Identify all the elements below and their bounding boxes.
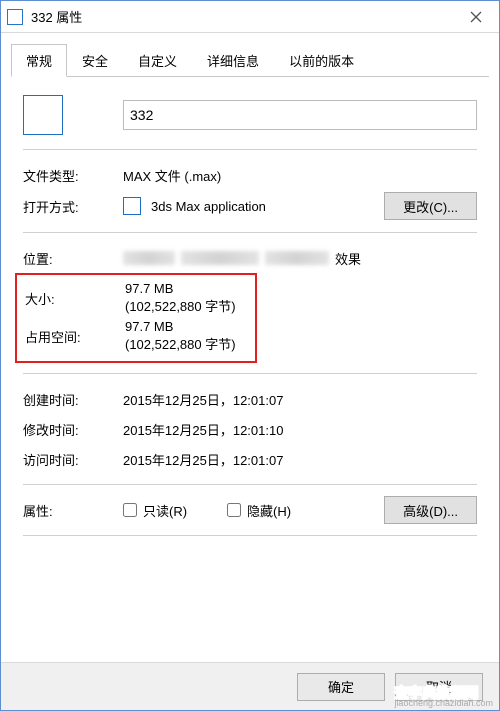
tab-previous-versions[interactable]: 以前的版本 <box>274 44 369 77</box>
openwith-label: 打开方式: <box>23 197 123 216</box>
close-button[interactable] <box>453 1 499 32</box>
openwith-value: 3ds Max application <box>151 199 384 214</box>
file-icon <box>7 9 23 25</box>
app-icon <box>123 197 141 215</box>
change-app-button[interactable]: 更改(C)... <box>384 192 477 220</box>
modified-label: 修改时间: <box>23 420 123 439</box>
divider <box>23 149 477 150</box>
time-section: 创建时间: 2015年12月25日，12:01:07 修改时间: 2015年12… <box>23 384 477 474</box>
accessed-row: 访问时间: 2015年12月25日，12:01:07 <box>23 444 477 474</box>
tab-details[interactable]: 详细信息 <box>192 44 274 77</box>
divider <box>23 232 477 233</box>
blurred-text <box>265 251 329 265</box>
properties-window: 332 属性 常规 安全 自定义 详细信息 以前的版本 文件类型: MAX 文件… <box>0 0 500 711</box>
filetype-row: 文件类型: MAX 文件 (.max) <box>23 160 477 190</box>
filetype-value: MAX 文件 (.max) <box>123 166 221 185</box>
advanced-button[interactable]: 高级(D)... <box>384 496 477 524</box>
created-row: 创建时间: 2015年12月25日，12:01:07 <box>23 384 477 414</box>
modified-row: 修改时间: 2015年12月25日，12:01:10 <box>23 414 477 444</box>
location-label: 位置: <box>23 249 123 268</box>
tabs: 常规 安全 自定义 详细信息 以前的版本 <box>11 43 489 77</box>
location-row: 位置: 效果 <box>23 243 477 273</box>
divider <box>23 484 477 485</box>
size-value: 97.7 MB (102,522,880 字节) <box>125 281 247 315</box>
size-row: 大小: 97.7 MB (102,522,880 字节) <box>25 279 247 317</box>
tab-security[interactable]: 安全 <box>67 44 123 77</box>
filetype-label: 文件类型: <box>23 166 123 185</box>
readonly-checkbox[interactable]: 只读(R) <box>123 501 187 520</box>
size-label: 大小: <box>25 289 125 308</box>
file-header-row <box>23 95 477 135</box>
accessed-value: 2015年12月25日，12:01:07 <box>123 450 283 469</box>
attributes-label: 属性: <box>23 501 123 520</box>
readonly-checkbox-label: 只读(R) <box>143 501 187 520</box>
tab-general[interactable]: 常规 <box>11 44 67 77</box>
hidden-checkbox-input[interactable] <box>227 503 241 517</box>
size-section: 位置: 效果 大小: 97.7 MB (102,522,880 字节) 占用空间… <box>23 243 477 363</box>
close-icon <box>470 11 482 23</box>
tab-custom[interactable]: 自定义 <box>123 44 192 77</box>
filename-input[interactable] <box>123 100 477 130</box>
divider <box>23 535 477 536</box>
file-type-icon <box>23 95 63 135</box>
hidden-checkbox[interactable]: 隐藏(H) <box>227 501 291 520</box>
size-highlight-box: 大小: 97.7 MB (102,522,880 字节) 占用空间: 97.7 … <box>15 273 257 363</box>
divider <box>23 373 477 374</box>
blurred-text <box>123 251 175 265</box>
created-value: 2015年12月25日，12:01:07 <box>123 390 283 409</box>
button-bar: 确定 取消 查字典教程网 jiaocheng.chazidian.com <box>1 662 499 710</box>
disksize-value: 97.7 MB (102,522,880 字节) <box>125 319 247 353</box>
modified-value: 2015年12月25日，12:01:10 <box>123 420 283 439</box>
disksize-label: 占用空间: <box>25 327 125 346</box>
file-type-section: 文件类型: MAX 文件 (.max) 打开方式: 3ds Max applic… <box>23 160 477 222</box>
openwith-row: 打开方式: 3ds Max application 更改(C)... <box>23 190 477 222</box>
attributes-row: 属性: 只读(R) 隐藏(H) 高级(D)... <box>23 495 477 525</box>
location-value: 效果 <box>123 249 477 268</box>
created-label: 创建时间: <box>23 390 123 409</box>
window-title: 332 属性 <box>31 7 453 26</box>
ok-button[interactable]: 确定 <box>297 673 385 701</box>
titlebar: 332 属性 <box>1 1 499 33</box>
readonly-checkbox-input[interactable] <box>123 503 137 517</box>
cancel-button[interactable]: 取消 <box>395 673 483 701</box>
tab-content-general: 文件类型: MAX 文件 (.max) 打开方式: 3ds Max applic… <box>1 77 499 662</box>
hidden-checkbox-label: 隐藏(H) <box>247 501 291 520</box>
disksize-row: 占用空间: 97.7 MB (102,522,880 字节) <box>25 317 247 355</box>
blurred-text <box>181 251 259 265</box>
location-suffix: 效果 <box>335 249 361 268</box>
accessed-label: 访问时间: <box>23 450 123 469</box>
